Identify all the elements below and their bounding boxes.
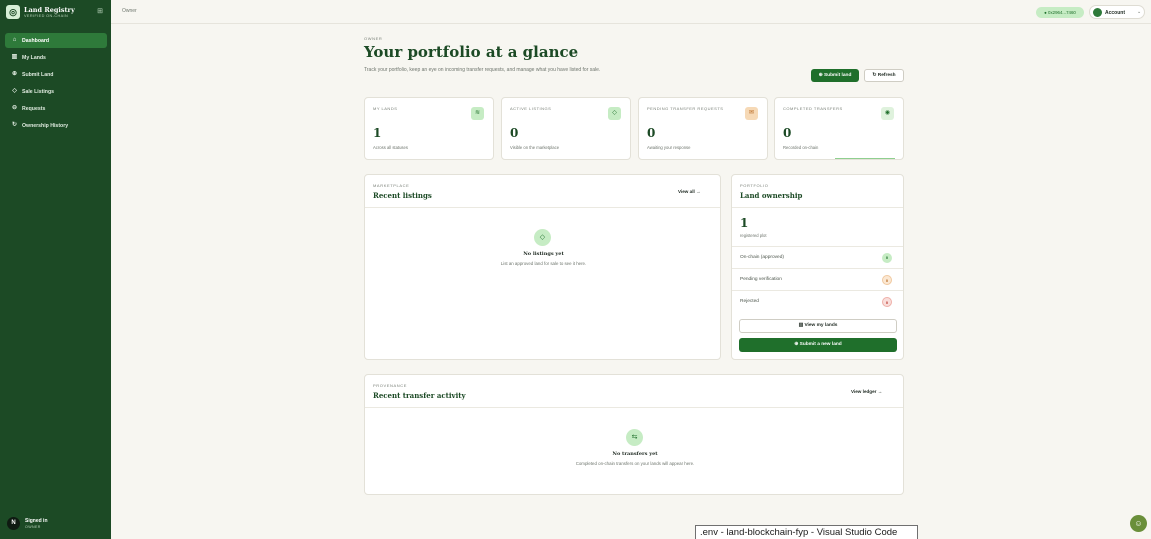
- stat-label: COMPLETED TRANSFERS: [783, 106, 843, 111]
- submit-new-land-button[interactable]: ⊕ Submit a new land: [739, 338, 897, 352]
- count-badge: 0: [882, 297, 892, 307]
- sidebar-item-my-lands[interactable]: ▥ My Lands: [5, 50, 107, 65]
- empty-text: List an approved land for sale to see it…: [500, 261, 587, 266]
- panel-header: PROVENANCE Recent transfer activity View…: [365, 375, 903, 408]
- panel-eyebrow: MARKETPLACE: [373, 183, 410, 188]
- tray-app-icon[interactable]: ☺: [1130, 515, 1147, 532]
- refresh-button[interactable]: ↻ Refresh: [864, 69, 904, 82]
- stat-hint: Recorded on-chain: [783, 145, 819, 150]
- stat-accent-line: [835, 158, 895, 159]
- check-circle-icon: ◉: [881, 107, 894, 120]
- avatar: N: [7, 517, 20, 530]
- sidebar-item-label: Ownership History: [22, 122, 69, 129]
- panel-eyebrow: PORTFOLIO: [740, 183, 769, 188]
- account-avatar: [1093, 8, 1102, 17]
- stat-hint: Across all statuses: [373, 145, 408, 150]
- view-all-link[interactable]: View all →: [678, 189, 701, 194]
- ownership-row-label: On-chain (approved): [740, 255, 784, 260]
- sidebar-item-label: Dashboard: [22, 37, 50, 44]
- panel-title: Land ownership: [740, 191, 803, 200]
- recent-listings-panel: MARKETPLACE Recent listings View all → ◇…: [364, 174, 721, 360]
- sidebar-item-label: Requests: [22, 105, 46, 112]
- ownership-row-label: Pending verification: [740, 277, 782, 282]
- ownership-row-approved: On-chain (approved) 0: [732, 246, 903, 268]
- signed-in-user[interactable]: N Signed in OWNER: [7, 515, 107, 533]
- brand-title: Land Registry: [24, 6, 75, 14]
- submit-land-button[interactable]: ⊕ Submit land: [811, 69, 859, 82]
- ownership-row-label: Rejected: [740, 299, 759, 304]
- ownership-row-rejected: Rejected 0: [732, 290, 903, 312]
- panel-eyebrow: PROVENANCE: [373, 383, 408, 388]
- history-icon: ↻: [11, 122, 18, 128]
- inbox-icon: ⊖: [11, 105, 18, 111]
- stat-label: MY LANDS: [373, 106, 398, 111]
- plus-circle-icon: ⊕: [11, 71, 18, 77]
- stat-label: ACTIVE LISTINGS: [510, 106, 552, 111]
- count-badge: 0: [882, 275, 892, 285]
- stat-card-completed-transfers[interactable]: COMPLETED TRANSFERS ◉ 0 Recorded on-chai…: [774, 97, 904, 160]
- stat-card-my-lands[interactable]: MY LANDS ≋ 1 Across all statuses: [364, 97, 494, 160]
- count-badge: 0: [882, 253, 892, 263]
- stat-label: PENDING TRANSFER REQUESTS: [647, 106, 724, 111]
- sidebar-item-label: My Lands: [22, 54, 46, 61]
- stat-hint: Visible on the marketplace: [510, 145, 560, 150]
- chevron-down-icon: ⌄: [1137, 9, 1142, 15]
- account-label: Account: [1105, 9, 1125, 16]
- stat-value: 1: [373, 126, 382, 140]
- stat-card-pending-transfers[interactable]: PENDING TRANSFER REQUESTS ✉ 0 Awaiting y…: [638, 97, 768, 160]
- brand-subtitle: VERIFIED ON-CHAIN: [24, 14, 69, 18]
- stat-value: 0: [783, 126, 792, 140]
- sidebar-item-submit-land[interactable]: ⊕ Submit Land: [5, 67, 107, 82]
- empty-title: No listings yet: [523, 251, 564, 257]
- mail-icon: ✉: [745, 107, 758, 120]
- panel-title: Recent transfer activity: [373, 391, 466, 400]
- sidebar-item-sale-listings[interactable]: ◇ Sale Listings: [5, 84, 107, 99]
- sidebar-collapse-icon[interactable]: ⊞: [96, 8, 104, 16]
- map-icon: ▥: [11, 54, 18, 60]
- recent-transfer-activity-panel: PROVENANCE Recent transfer activity View…: [364, 374, 904, 495]
- taskbar-tooltip: .env - land-blockchain-fyp - Visual Stud…: [695, 525, 918, 539]
- stat-value: 0: [647, 126, 656, 140]
- tag-icon: ◇: [12, 88, 17, 94]
- sidebar-item-dashboard[interactable]: ⌂ Dashboard: [5, 33, 107, 48]
- home-icon: ⌂: [12, 37, 17, 43]
- tag-icon: ◇: [608, 107, 621, 120]
- stat-hint: Awaiting your response: [647, 145, 691, 150]
- sidebar-item-ownership-history[interactable]: ↻ Ownership History: [5, 118, 107, 133]
- breadcrumb: Owner: [122, 8, 137, 14]
- sidebar-item-label: Submit Land: [22, 71, 54, 78]
- stat-card-active-listings[interactable]: ACTIVE LISTINGS ◇ 0 Visible on the marke…: [501, 97, 631, 160]
- owned-plot-label: registered plot: [740, 233, 767, 238]
- brand[interactable]: ◎ Land Registry VERIFIED ON-CHAIN ⊞: [6, 5, 106, 21]
- sidebar-item-requests[interactable]: ⊖ Requests: [5, 101, 107, 116]
- brand-logo-icon: ◎: [6, 5, 20, 19]
- view-my-lands-button[interactable]: ▥ View my lands: [739, 319, 897, 333]
- page-eyebrow: OWNER: [364, 36, 383, 41]
- panel-header: MARKETPLACE Recent listings View all →: [365, 175, 720, 208]
- empty-text: Completed on-chain transfers on your lan…: [575, 461, 695, 466]
- empty-title: No transfers yet: [612, 451, 658, 457]
- panel-header: PORTFOLIO Land ownership: [732, 175, 903, 208]
- ownership-row-pending: Pending verification 0: [732, 268, 903, 290]
- owned-plot-count: 1: [740, 216, 749, 230]
- topbar: Owner ● 0x2964...7460 Account ⌄: [111, 0, 1151, 24]
- user-name: Signed in: [25, 518, 48, 524]
- page-description: Track your portfolio, keep an eye on inc…: [364, 67, 601, 73]
- land-ownership-panel: PORTFOLIO Land ownership 1 registered pl…: [731, 174, 904, 360]
- page-title: Your portfolio at a glance: [364, 43, 579, 61]
- transfer-icon: ⇆: [626, 429, 643, 446]
- sidebar-item-label: Sale Listings: [22, 88, 54, 95]
- account-menu-button[interactable]: Account ⌄: [1089, 5, 1145, 19]
- layers-icon: ≋: [471, 107, 484, 120]
- user-role: OWNER: [25, 525, 41, 529]
- sidebar-nav: ⌂ Dashboard ▥ My Lands ⊕ Submit Land ◇ S…: [5, 33, 107, 135]
- sidebar: ◎ Land Registry VERIFIED ON-CHAIN ⊞ ⌂ Da…: [0, 0, 111, 539]
- view-ledger-link[interactable]: View ledger →: [851, 389, 882, 394]
- tag-icon: ◇: [534, 229, 551, 246]
- panel-title: Recent listings: [373, 191, 432, 200]
- stat-value: 0: [510, 126, 519, 140]
- wallet-address-badge[interactable]: ● 0x2964...7460: [1036, 7, 1084, 18]
